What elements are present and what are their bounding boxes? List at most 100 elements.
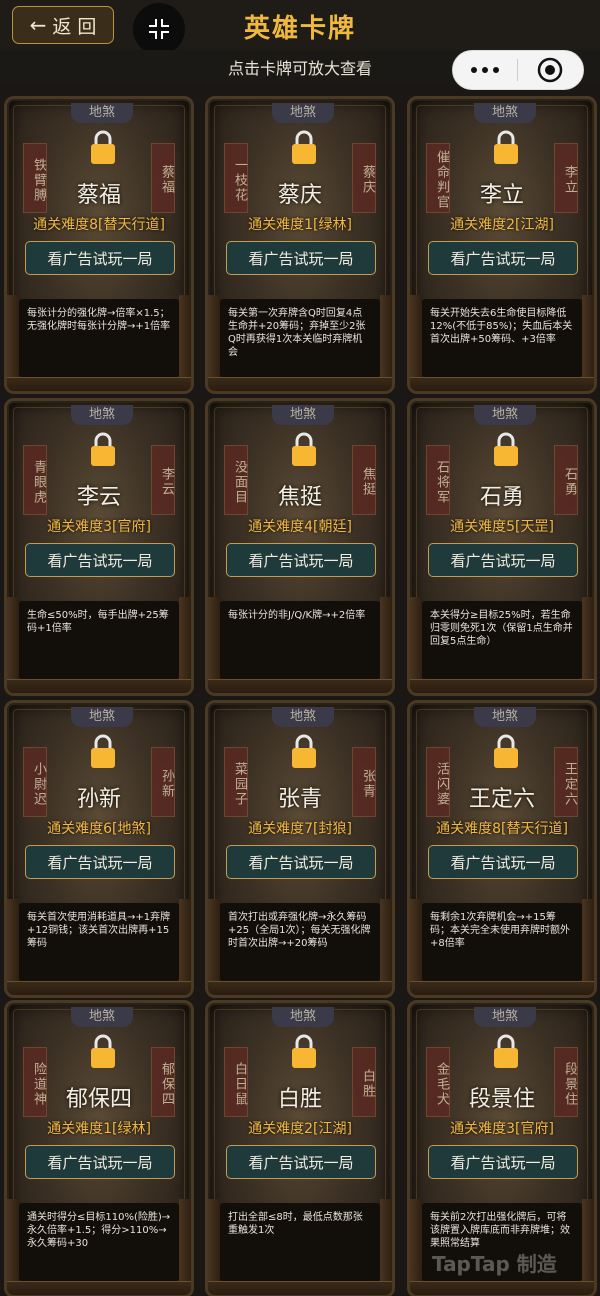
watch-ad-trial-button[interactable]: 看广告试玩一局	[25, 543, 175, 577]
card-tag: 地煞	[272, 405, 334, 425]
card-frame-bottom	[208, 679, 392, 693]
ability-description: 通关时得分≤目标110%(险胜)→永久倍率+1.5；得分>110%→永久筹码+3…	[19, 1203, 179, 1281]
clear-difficulty: 通关难度4[朝廷]	[248, 519, 352, 535]
lock-icon	[292, 734, 316, 768]
card-tag: 地煞	[474, 1007, 536, 1027]
hero-card[interactable]: 地煞 没面目 焦挺 焦挺 通关难度4[朝廷] 看广告试玩一局 每张计分的非J/Q…	[205, 398, 395, 696]
card-tag: 地煞	[272, 707, 334, 727]
clear-difficulty: 通关难度6[地煞]	[47, 821, 151, 837]
clear-difficulty: 通关难度2[江湖]	[450, 217, 554, 233]
hero-name: 段景住	[468, 1087, 535, 1112]
ability-description: 每关开始失去6生命使目标降低12%(不低于85%)；失血后本关首次出牌+50筹码…	[422, 299, 582, 377]
card-frame-bottom	[208, 1281, 392, 1295]
watch-ad-trial-button[interactable]: 看广告试玩一局	[428, 543, 578, 577]
watch-ad-trial-button[interactable]: 看广告试玩一局	[25, 845, 175, 879]
ability-description: 每剩余1次弃牌机会→+15筹码；本关完全未使用弃牌时额外+8倍率	[422, 903, 582, 981]
lock-icon	[292, 130, 316, 164]
card-frame-bottom	[7, 377, 191, 391]
clear-difficulty: 通关难度1[绿林]	[248, 217, 352, 233]
card-tag: 地煞	[272, 1007, 334, 1027]
clear-difficulty: 通关难度3[官府]	[47, 519, 151, 535]
card-frame-bottom	[7, 679, 191, 693]
hero-name: 孙新	[76, 787, 121, 812]
card-frame-bottom	[410, 377, 594, 391]
lock-icon	[494, 432, 518, 466]
hero-card[interactable]: 地煞 菜园子 张青 张青 通关难度7[封狼] 看广告试玩一局 首次打出或弃强化牌…	[205, 700, 395, 998]
hero-card[interactable]: 地煞 催命判官 李立 李立 通关难度2[江湖] 看广告试玩一局 每关开始失去6生…	[407, 96, 597, 394]
hero-card[interactable]: 地煞 白日鼠 白胜 白胜 通关难度2[江湖] 看广告试玩一局 打出全部≤8时，最…	[205, 1000, 395, 1296]
watch-ad-trial-button[interactable]: 看广告试玩一局	[25, 241, 175, 275]
card-tag: 地煞	[71, 405, 133, 425]
watch-ad-trial-button[interactable]: 看广告试玩一局	[226, 543, 376, 577]
lock-icon	[292, 432, 316, 466]
lock-icon	[292, 1034, 316, 1068]
watch-ad-trial-button[interactable]: 看广告试玩一局	[226, 1145, 376, 1179]
lock-icon	[91, 130, 115, 164]
lock-icon	[494, 734, 518, 768]
card-frame-bottom	[410, 1281, 594, 1295]
watch-ad-trial-button[interactable]: 看广告试玩一局	[428, 1145, 578, 1179]
lock-icon	[494, 130, 518, 164]
header-bar: ← 返 回 英雄卡牌	[0, 0, 600, 55]
watch-ad-trial-button[interactable]: 看广告试玩一局	[25, 1145, 175, 1179]
miniprogram-capsule	[452, 50, 584, 90]
card-tag: 地煞	[474, 405, 536, 425]
card-frame-bottom	[7, 1281, 191, 1295]
clear-difficulty: 通关难度8[替天行道]	[436, 821, 568, 837]
card-frame-bottom	[208, 377, 392, 391]
clear-difficulty: 通关难度1[绿林]	[47, 1121, 151, 1137]
ability-description: 每关首次使用消耗道具→+1弃牌+12铜钱；该关首次出牌再+15筹码	[19, 903, 179, 981]
hero-name: 张青	[277, 787, 322, 812]
clear-difficulty: 通关难度2[江湖]	[248, 1121, 352, 1137]
hero-name: 王定六	[468, 787, 535, 812]
more-dots-icon[interactable]	[453, 67, 517, 73]
hero-name: 李立	[479, 183, 524, 208]
target-close-icon[interactable]	[518, 57, 584, 83]
watch-ad-trial-button[interactable]: 看广告试玩一局	[226, 241, 376, 275]
card-tag: 地煞	[71, 103, 133, 123]
card-tag: 地煞	[71, 1007, 133, 1027]
page-title: 英雄卡牌	[243, 14, 356, 44]
card-frame-bottom	[410, 981, 594, 995]
hero-card[interactable]: 地煞 险道神 郁保四 郁保四 通关难度1[绿林] 看广告试玩一局 通关时得分≤目…	[4, 1000, 194, 1296]
clear-difficulty: 通关难度8[替天行道]	[33, 217, 165, 233]
lock-icon	[91, 1034, 115, 1068]
hero-card[interactable]: 地煞 石将军 石勇 石勇 通关难度5[天罡] 看广告试玩一局 本关得分≥目标25…	[407, 398, 597, 696]
hero-card[interactable]: 地煞 一枝花 蔡庆 蔡庆 通关难度1[绿林] 看广告试玩一局 每关第一次弃牌含Q…	[205, 96, 395, 394]
card-tag: 地煞	[474, 103, 536, 123]
card-tag: 地煞	[71, 707, 133, 727]
card-tag: 地煞	[474, 707, 536, 727]
ability-description: 每关第一次弃牌含Q时回复4点生命并+20筹码；弃掉至少2张Q时再获得1次本关临时…	[220, 299, 380, 377]
watch-ad-trial-button[interactable]: 看广告试玩一局	[428, 845, 578, 879]
watermark: TapTap 制造	[432, 1252, 557, 1276]
ability-description: 首次打出或弃强化牌→永久筹码+25（全局1次）；每关无强化牌时首次出牌→+20筹…	[220, 903, 380, 981]
hero-name: 李云	[76, 485, 121, 510]
lock-icon	[91, 734, 115, 768]
card-tag: 地煞	[272, 103, 334, 123]
card-frame-bottom	[410, 679, 594, 693]
ability-description: 每张计分的非J/Q/K牌→+2倍率	[220, 601, 380, 679]
card-frame-bottom	[7, 981, 191, 995]
hero-name: 蔡福	[76, 183, 121, 208]
card-frame-bottom	[208, 981, 392, 995]
ability-description: 打出全部≤8时，最低点数那张重触发1次	[220, 1203, 380, 1281]
lock-icon	[91, 432, 115, 466]
clear-difficulty: 通关难度5[天罡]	[450, 519, 554, 535]
hero-name: 白胜	[277, 1087, 322, 1112]
clear-difficulty: 通关难度7[封狼]	[248, 821, 352, 837]
hero-name: 焦挺	[277, 485, 322, 510]
hero-name: 蔡庆	[277, 183, 322, 208]
hero-card[interactable]: 地煞 活闪婆 王定六 王定六 通关难度8[替天行道] 看广告试玩一局 每剩余1次…	[407, 700, 597, 998]
ability-description: 生命≤50%时，每手出牌+25筹码+1倍率	[19, 601, 179, 679]
lock-icon	[494, 1034, 518, 1068]
ability-description: 本关得分≥目标25%时，若生命归零则免死1次（保留1点生命并回复5点生命）	[422, 601, 582, 679]
hero-card[interactable]: 地煞 青眼虎 李云 李云 通关难度3[官府] 看广告试玩一局 生命≤50%时，每…	[4, 398, 194, 696]
hero-name: 石勇	[479, 485, 524, 510]
watch-ad-trial-button[interactable]: 看广告试玩一局	[226, 845, 376, 879]
watch-ad-trial-button[interactable]: 看广告试玩一局	[428, 241, 578, 275]
hero-name: 郁保四	[65, 1087, 132, 1112]
ability-description: 每张计分的强化牌→倍率×1.5；无强化牌时每张计分牌→+1倍率	[19, 299, 179, 377]
clear-difficulty: 通关难度3[官府]	[450, 1121, 554, 1137]
hero-card[interactable]: 地煞 小尉迟 孙新 孙新 通关难度6[地煞] 看广告试玩一局 每关首次使用消耗道…	[4, 700, 194, 998]
hero-card[interactable]: 地煞 铁臂膊 蔡福 蔡福 通关难度8[替天行道] 看广告试玩一局 每张计分的强化…	[4, 96, 194, 394]
